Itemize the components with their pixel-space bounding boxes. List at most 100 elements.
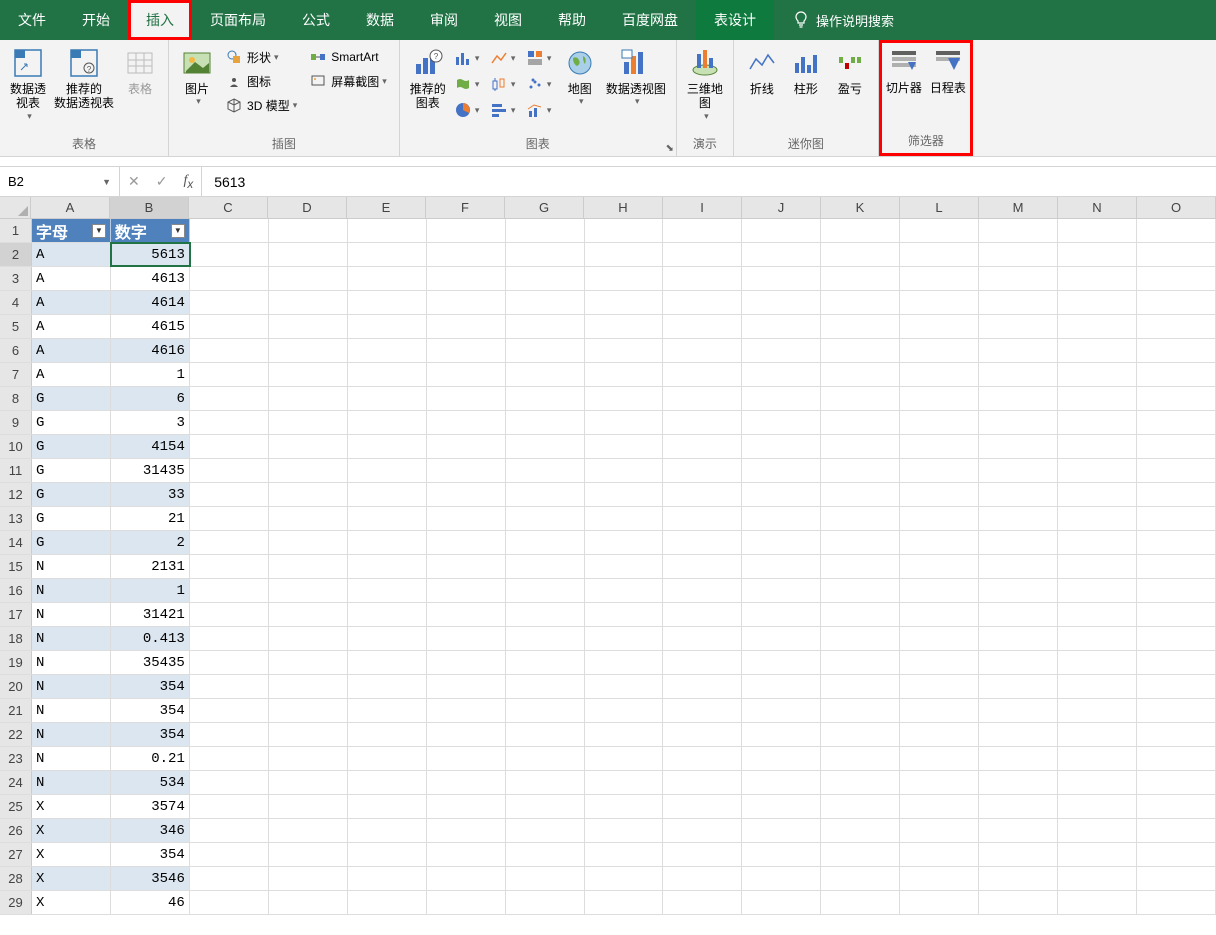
cell[interactable] (585, 699, 664, 722)
cell[interactable] (742, 219, 821, 242)
cell[interactable]: 31435 (111, 459, 190, 482)
cell[interactable] (821, 243, 900, 266)
cell[interactable] (585, 747, 664, 770)
cell[interactable] (900, 531, 979, 554)
cell[interactable] (900, 603, 979, 626)
cell[interactable] (269, 363, 348, 386)
cell[interactable]: N (32, 771, 111, 794)
cell[interactable] (742, 795, 821, 818)
cell[interactable]: A (32, 363, 111, 386)
cell[interactable] (979, 723, 1058, 746)
cell[interactable] (190, 387, 269, 410)
tab-insert[interactable]: 插入 (128, 0, 192, 40)
cell[interactable]: 31421 (111, 603, 190, 626)
cell[interactable]: 6 (111, 387, 190, 410)
cell[interactable] (900, 771, 979, 794)
cell[interactable] (900, 891, 979, 914)
cell[interactable] (269, 843, 348, 866)
cell[interactable] (427, 699, 506, 722)
icons-button[interactable]: 图标 (221, 70, 301, 92)
cell[interactable] (585, 867, 664, 890)
combo-chart-button[interactable]: ▾ (526, 98, 554, 122)
cell[interactable] (348, 435, 427, 458)
cell[interactable] (585, 723, 664, 746)
cell[interactable] (821, 483, 900, 506)
cell[interactable] (348, 579, 427, 602)
cell[interactable] (663, 843, 742, 866)
cell[interactable] (585, 651, 664, 674)
tab-page-layout[interactable]: 页面布局 (192, 0, 284, 40)
cell[interactable] (269, 651, 348, 674)
cell[interactable] (979, 579, 1058, 602)
row-header[interactable]: 9 (0, 411, 32, 434)
cell[interactable] (190, 363, 269, 386)
cancel-formula-button[interactable]: ✕ (128, 173, 140, 190)
cell[interactable] (348, 795, 427, 818)
cell[interactable] (663, 723, 742, 746)
cell[interactable] (269, 699, 348, 722)
cell[interactable] (742, 483, 821, 506)
row-header[interactable]: 2 (0, 243, 32, 266)
cell[interactable] (1058, 603, 1137, 626)
cell[interactable] (1137, 795, 1216, 818)
cell[interactable] (348, 843, 427, 866)
cell[interactable]: 354 (111, 843, 190, 866)
cell[interactable] (821, 531, 900, 554)
cell[interactable] (1058, 867, 1137, 890)
cell[interactable] (427, 675, 506, 698)
cell[interactable]: 4614 (111, 291, 190, 314)
cell[interactable] (427, 555, 506, 578)
row-header[interactable]: 18 (0, 627, 32, 650)
select-all-corner[interactable] (0, 197, 31, 218)
cell[interactable] (979, 675, 1058, 698)
row-header[interactable]: 12 (0, 483, 32, 506)
cell[interactable] (979, 771, 1058, 794)
cell[interactable] (742, 363, 821, 386)
cell[interactable] (821, 843, 900, 866)
cell[interactable] (821, 867, 900, 890)
cell[interactable]: 354 (111, 723, 190, 746)
cell[interactable] (900, 579, 979, 602)
column-header-A[interactable]: A (31, 197, 110, 218)
cell[interactable] (269, 795, 348, 818)
cell[interactable] (506, 603, 585, 626)
cell[interactable] (427, 603, 506, 626)
cell[interactable] (979, 219, 1058, 242)
cell[interactable] (506, 891, 585, 914)
cell[interactable] (979, 795, 1058, 818)
cell[interactable]: 4616 (111, 339, 190, 362)
cell[interactable] (1137, 867, 1216, 890)
cell[interactable] (348, 867, 427, 890)
table-header-cell[interactable]: 数字▼ (111, 219, 190, 242)
cell[interactable] (663, 555, 742, 578)
map-chart-button[interactable]: ▾ (454, 72, 482, 96)
row-header[interactable]: 21 (0, 699, 32, 722)
cell[interactable] (190, 555, 269, 578)
cell[interactable]: G (32, 459, 111, 482)
cell[interactable] (1137, 603, 1216, 626)
cell[interactable] (900, 723, 979, 746)
cell[interactable] (1058, 747, 1137, 770)
row-header[interactable]: 10 (0, 435, 32, 458)
cell[interactable] (348, 339, 427, 362)
cell[interactable] (742, 435, 821, 458)
cell[interactable] (663, 819, 742, 842)
cell[interactable] (742, 819, 821, 842)
cell[interactable] (1058, 507, 1137, 530)
cell[interactable] (269, 819, 348, 842)
cell[interactable] (427, 651, 506, 674)
cell[interactable] (821, 315, 900, 338)
cell[interactable] (1058, 363, 1137, 386)
cell[interactable] (585, 483, 664, 506)
cell[interactable]: 35435 (111, 651, 190, 674)
cell[interactable] (900, 747, 979, 770)
cell[interactable] (663, 411, 742, 434)
cell[interactable] (979, 603, 1058, 626)
tab-data[interactable]: 数据 (348, 0, 412, 40)
cell[interactable]: A (32, 315, 111, 338)
cell[interactable] (269, 747, 348, 770)
cell[interactable] (1058, 843, 1137, 866)
cell[interactable]: 3574 (111, 795, 190, 818)
recommended-charts-button[interactable]: ? 推荐的 图表 (406, 44, 450, 113)
cell[interactable] (979, 291, 1058, 314)
